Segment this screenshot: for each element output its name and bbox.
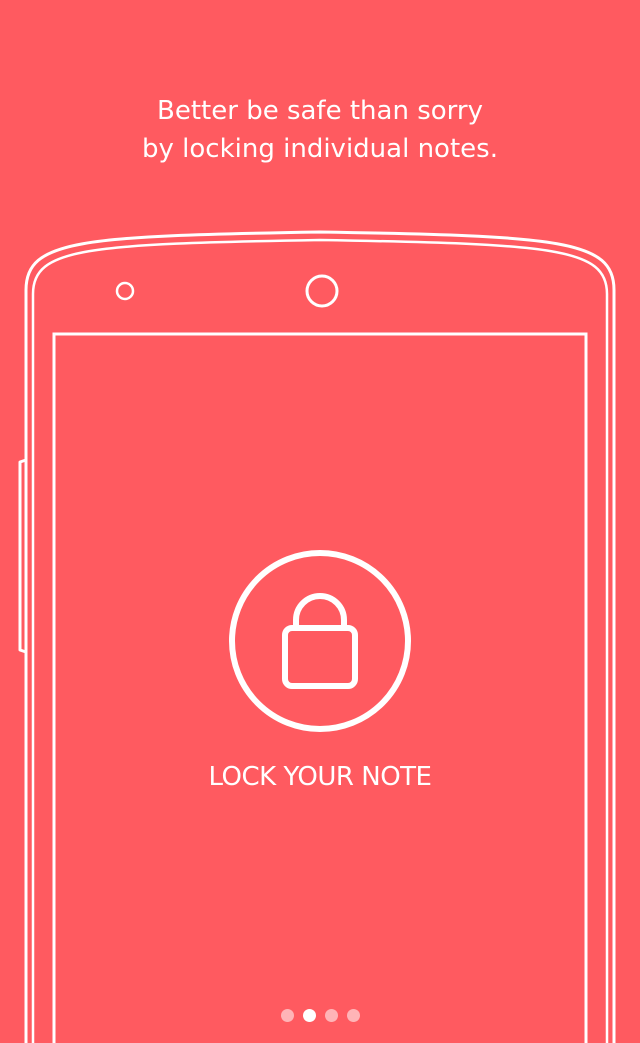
onboarding-screen: Better be safe than sorry by locking ind…: [0, 0, 640, 1043]
page-dot[interactable]: [346, 1009, 360, 1022]
lock-icon: [229, 550, 411, 732]
page-dot[interactable]: [324, 1009, 338, 1022]
page-indicator[interactable]: [0, 1009, 640, 1022]
page-dot-active[interactable]: [302, 1009, 316, 1022]
sensor-icon: [115, 281, 135, 301]
page-dot[interactable]: [280, 1009, 294, 1022]
camera-icon: [305, 274, 339, 308]
phone-outline-illustration: [18, 230, 616, 1043]
feature-label: LOCK YOUR NOTE: [208, 762, 432, 792]
